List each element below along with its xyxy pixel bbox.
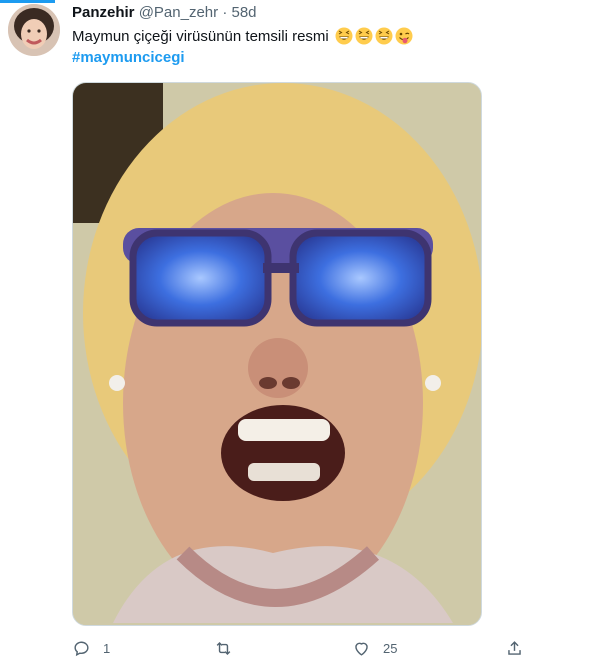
tweet-header: Panzehir @Pan_zehr · 58d <box>72 4 257 22</box>
heart-icon <box>355 642 368 656</box>
retweet-icon <box>216 641 231 655</box>
tweet-text: Maymun çiçeği virüsünün temsili resmi <box>72 27 413 46</box>
share-icon <box>508 640 521 655</box>
tweet-actions: 1 25 <box>72 637 532 659</box>
tab-indicator <box>0 0 55 3</box>
reply-icon <box>74 640 89 656</box>
hashtag-link[interactable]: #maymuncicegi <box>72 49 185 67</box>
grinning-squint-face-icon <box>375 27 393 45</box>
tweet-photo[interactable] <box>72 82 482 626</box>
retweet-button[interactable] <box>214 637 245 659</box>
grinning-squint-face-icon <box>355 27 373 45</box>
display-name[interactable]: Panzehir <box>72 4 135 21</box>
reply-button[interactable]: 1 <box>72 637 110 659</box>
reply-count: 1 <box>103 640 111 656</box>
timestamp[interactable]: 58d <box>232 4 257 21</box>
user-handle[interactable]: @Pan_zehr <box>139 4 218 21</box>
grinning-squint-face-icon <box>335 27 353 45</box>
tweet-body: Maymun çiçeği virüsünün temsili resmi <box>72 28 329 45</box>
share-button[interactable] <box>505 637 524 659</box>
winking-tongue-face-icon <box>395 27 413 45</box>
avatar[interactable] <box>8 4 60 56</box>
like-count: 25 <box>383 640 398 656</box>
like-button[interactable]: 25 <box>352 637 397 659</box>
separator: · <box>222 4 228 21</box>
